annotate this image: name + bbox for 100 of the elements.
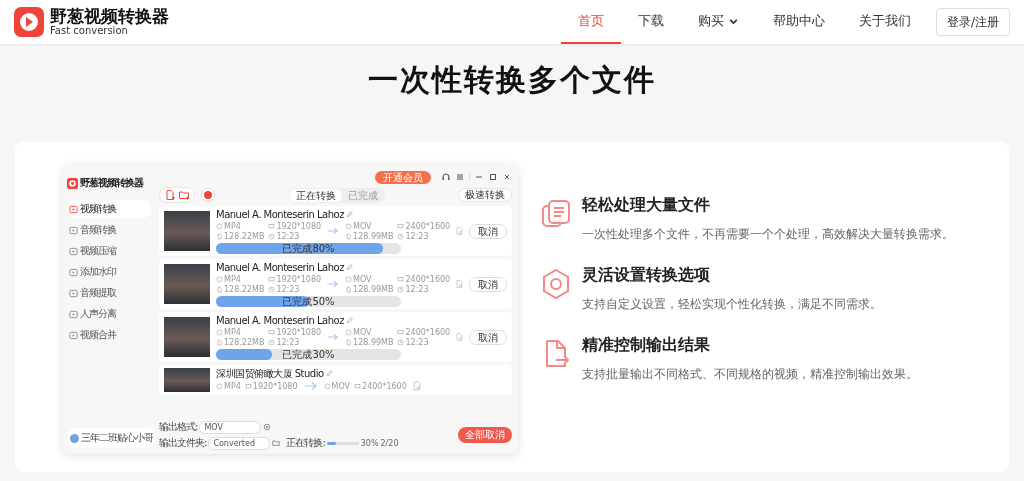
format-icon	[216, 328, 223, 336]
file-info: MOV	[331, 381, 351, 391]
file-name: Manuel A. Monteserin Lahoz	[216, 261, 344, 273]
pencil-icon	[345, 316, 353, 324]
resolution-icon	[244, 382, 252, 390]
folder-icon[interactable]	[272, 439, 281, 447]
file-name: Manuel A. Monteserin Lahoz	[216, 208, 344, 220]
file-icon	[216, 232, 223, 240]
file-settings-icon	[456, 226, 463, 236]
sidebar-item[interactable]: 音频提取	[67, 284, 151, 302]
file-info: 2400*1600	[405, 327, 451, 337]
tool-icon	[69, 330, 78, 340]
feature-title: 灵活设置转换选项	[582, 264, 711, 286]
file-info: 12:23	[405, 231, 429, 241]
file-settings-icon	[412, 381, 421, 391]
resolution-icon	[268, 275, 276, 283]
file-name: 深圳国贸俯瞰大厦 Studio	[216, 368, 324, 379]
sidebar-item[interactable]: 人声分离	[67, 305, 151, 323]
format-icon	[216, 382, 223, 390]
video-thumbnail	[164, 264, 210, 304]
nav-link[interactable]: 购买	[680, 0, 756, 44]
fast-convert-button[interactable]: 极速转换	[458, 188, 512, 202]
sidebar-item[interactable]: 添加水印	[67, 263, 151, 281]
file-settings-icon	[456, 332, 463, 342]
user-pill[interactable]: 三年二班贴心小哥	[67, 428, 156, 448]
avatar-icon	[70, 433, 79, 443]
file-info: MP4	[224, 221, 241, 231]
nav-link[interactable]: 首页	[560, 0, 621, 44]
resolution-icon	[397, 222, 405, 230]
file-icon	[345, 232, 353, 240]
file-info: 12:23	[276, 337, 300, 347]
file-info: 1920*1080	[276, 221, 322, 231]
file-icon	[216, 338, 223, 346]
cancel-button[interactable]: 取消	[469, 329, 507, 345]
file-info: 128.22MB	[224, 284, 265, 294]
sidebar-item[interactable]: 视频压缩	[67, 242, 151, 260]
logo-title: 野葱视频转换器	[50, 8, 169, 25]
cancel-button[interactable]: 取消	[469, 223, 507, 239]
format-icon	[345, 275, 353, 283]
file-info: 2400*1600	[405, 221, 451, 231]
file-info: 12:23	[405, 337, 429, 347]
video-thumbnail	[164, 368, 210, 392]
file-icon	[345, 285, 353, 293]
file-info: 12:23	[405, 284, 429, 294]
resolution-icon	[268, 328, 276, 336]
file-info: 128.22MB	[224, 337, 265, 347]
clock-icon	[268, 338, 276, 346]
status-label: 正在转换:	[286, 436, 325, 450]
file-icon	[216, 285, 223, 293]
progress-label: 已完成80%	[281, 242, 336, 254]
field-label: 输出文件夹:	[159, 436, 207, 450]
video-thumbnail	[164, 317, 210, 357]
nav-link[interactable]: 帮助中心	[755, 0, 842, 44]
add-file-icon[interactable]	[164, 189, 176, 201]
file-info: 2400*1600	[405, 274, 451, 284]
file-icon	[345, 338, 353, 346]
format-dropdown[interactable]: MOV	[199, 420, 262, 434]
file-info: 128.99MB	[353, 284, 394, 294]
file-info: 12:23	[276, 231, 300, 241]
file-settings-icon	[456, 279, 463, 289]
format-icon	[345, 222, 353, 230]
headset-icon[interactable]	[441, 172, 451, 182]
file-info: 128.99MB	[353, 231, 394, 241]
feature-description: 一次性处理多个文件，不再需要一个个处理，高效解决大量转换需求。	[582, 226, 954, 242]
nav-link[interactable]: 关于我们	[841, 0, 928, 44]
pencil-icon	[325, 370, 333, 377]
feature-description: 支持自定义设置，轻松实现个性化转换，满足不同需求。	[582, 296, 882, 312]
login-button[interactable]: 登录/注册	[935, 8, 1010, 36]
tool-icon	[69, 267, 78, 277]
hexagon-gear-icon	[540, 268, 572, 300]
sidebar-item[interactable]: 视频合并	[67, 326, 151, 344]
format-icon	[216, 275, 223, 283]
resolution-icon	[268, 222, 276, 230]
file-info: MP4	[224, 327, 241, 337]
logo-icon	[67, 177, 78, 189]
sidebar-item[interactable]: 视频转换	[67, 200, 151, 218]
nav-link[interactable]: 下载	[620, 0, 681, 44]
file-info: 2400*1600	[362, 381, 407, 391]
progress-count: 2/20	[380, 438, 399, 448]
resolution-icon	[397, 328, 405, 336]
pencil-icon	[345, 210, 353, 218]
clock-icon	[397, 285, 405, 293]
tool-icon	[69, 246, 78, 256]
sidebar-item[interactable]: 音频转换	[67, 221, 151, 239]
add-folder-icon[interactable]	[178, 189, 190, 201]
cancel-button[interactable]: 取消	[469, 276, 507, 292]
clock-icon	[397, 338, 405, 346]
file-info: MOV	[353, 327, 372, 337]
maximize-icon[interactable]	[488, 172, 498, 182]
feature-title: 轻松处理大量文件	[582, 194, 711, 216]
file-info: 128.22MB	[224, 231, 265, 241]
file-info: MOV	[353, 274, 372, 284]
settings-icon[interactable]	[263, 423, 272, 431]
folder-dropdown[interactable]: Converted	[208, 436, 271, 450]
tab[interactable]: 正在转换	[289, 188, 342, 202]
file-info: 1920*1080	[276, 274, 322, 284]
clock-icon	[268, 232, 276, 240]
close-icon[interactable]	[502, 172, 512, 182]
documents-icon	[540, 198, 572, 230]
arrow-icon	[327, 332, 340, 342]
